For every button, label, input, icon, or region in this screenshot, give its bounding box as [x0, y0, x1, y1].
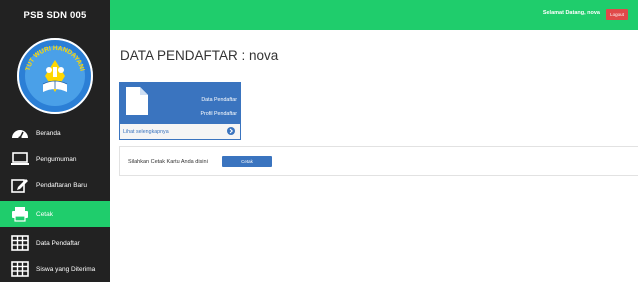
sidebar: PSB SDN 005 TUT WURI HANDAYANI Beranda P…: [0, 0, 110, 282]
table-icon: [10, 259, 30, 279]
sidebar-item-label: Data Pendaftar: [36, 239, 80, 247]
dashboard-icon: [10, 123, 30, 143]
welcome-text: Selamat Datang, nova: [542, 10, 600, 16]
print-card-section: Silahkan Cetak Kartu Anda disini Cetak: [119, 146, 638, 176]
edit-icon: [10, 175, 30, 195]
tut-wuri-emblem-icon: TUT WURI HANDAYANI: [17, 38, 93, 114]
panel-heading: Data Pendaftar Profil Pendaftar: [120, 83, 240, 124]
tut-wuri-logo: TUT WURI HANDAYANI: [0, 30, 110, 122]
view-details-link[interactable]: Lihat selengkapnya: [123, 129, 169, 135]
sidebar-item-cetak[interactable]: Cetak: [0, 201, 110, 227]
sidebar-item-data-pendaftar[interactable]: Data Pendaftar: [0, 230, 110, 256]
data-pendaftar-panel: Data Pendaftar Profil Pendaftar Lihat se…: [119, 82, 241, 140]
table-icon: [10, 233, 30, 253]
logout-button[interactable]: Logout: [606, 9, 628, 20]
sidebar-item-label: Pendaftaran Baru: [36, 181, 87, 189]
monitor-icon: [10, 149, 30, 169]
sidebar-item-label: Siswa yang Diterima: [36, 265, 96, 273]
panel-title: Data Pendaftar: [201, 97, 237, 103]
sidebar-item-label: Beranda: [36, 129, 61, 137]
sidebar-item-pengumuman[interactable]: Pengumuman: [0, 146, 110, 172]
page-title: DATA PENDAFTAR : nova: [120, 48, 279, 63]
print-instruction: Silahkan Cetak Kartu Anda disini: [128, 159, 208, 165]
sidebar-item-beranda[interactable]: Beranda: [0, 120, 110, 146]
document-icon: [126, 87, 148, 115]
print-button[interactable]: Cetak: [222, 156, 272, 167]
brand-title[interactable]: PSB SDN 005: [0, 0, 110, 30]
sidebar-item-label: Cetak: [36, 210, 53, 218]
arrow-circle-right-icon[interactable]: [227, 127, 235, 135]
top-navbar: Selamat Datang, nova Logout: [110, 0, 638, 30]
panel-footer[interactable]: Lihat selengkapnya: [120, 124, 240, 139]
sidebar-item-pendaftaran-baru[interactable]: Pendaftaran Baru: [0, 172, 110, 198]
sidebar-item-label: Pengumuman: [36, 155, 77, 163]
panel-subtitle: Profil Pendaftar: [200, 111, 237, 117]
sidebar-item-siswa-diterima[interactable]: Siswa yang Diterima: [0, 256, 110, 282]
printer-icon: [10, 204, 30, 224]
